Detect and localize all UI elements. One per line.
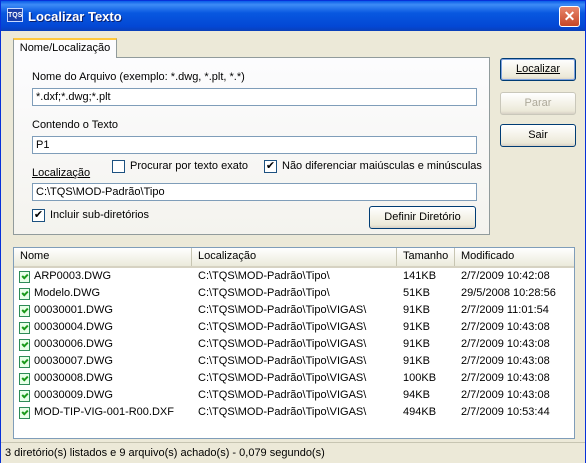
- table-row[interactable]: 00030009.DWG C:\TQS\MOD-Padrão\Tipo\VIGAS…: [14, 387, 574, 404]
- file-icon: [19, 271, 30, 283]
- exit-button-label: Sair: [528, 129, 548, 141]
- app-icon: TQS: [7, 8, 23, 22]
- cell-size: 94KB: [403, 389, 430, 401]
- stop-button-label: Parar: [524, 97, 552, 109]
- file-icon: [19, 390, 30, 402]
- window-title: Localizar Texto: [28, 9, 122, 24]
- cell-name: 00030007.DWG: [34, 355, 113, 367]
- table-row[interactable]: ARP0003.DWG C:\TQS\MOD-Padrão\Tipo\ 141KB 2…: [14, 268, 574, 285]
- dialog-window: TQS Localizar Texto ✕ Nome/Localização N…: [0, 0, 586, 463]
- cell-size: 91KB: [403, 321, 430, 333]
- cell-location: C:\TQS\MOD-Padrão\Tipo\VIGAS\: [198, 406, 367, 418]
- subdirs-checkbox[interactable]: ✔: [32, 209, 45, 222]
- file-icon: [19, 305, 30, 317]
- cell-modified: 2/7/2009 10:43:08: [461, 372, 550, 384]
- cell-modified: 2/7/2009 10:42:08: [461, 270, 550, 282]
- cell-location: C:\TQS\MOD-Padrão\Tipo\VIGAS\: [198, 321, 367, 333]
- cell-name: Modelo.DWG: [34, 287, 101, 299]
- file-icon: [19, 356, 30, 368]
- search-button-label: Localizar: [515, 63, 561, 75]
- cell-size: 91KB: [403, 304, 430, 316]
- cell-location: C:\TQS\MOD-Padrão\Tipo\VIGAS\: [198, 304, 367, 316]
- cell-modified: 2/7/2009 11:01:54: [461, 304, 549, 316]
- cell-size: 494KB: [403, 406, 437, 418]
- cell-size: 51KB: [403, 287, 430, 299]
- cell-size: 91KB: [403, 355, 430, 367]
- cell-name: ARP0003.DWG: [34, 270, 112, 282]
- file-icon: [19, 373, 30, 385]
- stop-button[interactable]: Parar: [500, 92, 576, 115]
- filename-label: Nome do Arquivo (exemplo: *.dwg, *.plt, …: [32, 71, 245, 83]
- cell-location: C:\TQS\MOD-Padrão\Tipo\: [198, 287, 330, 299]
- file-icon: [19, 407, 30, 419]
- table-row[interactable]: 00030001.DWG C:\TQS\MOD-Padrão\Tipo\VIGAS…: [14, 302, 574, 319]
- cell-modified: 2/7/2009 10:43:08: [461, 321, 550, 333]
- cell-name: 00030009.DWG: [34, 389, 113, 401]
- exact-text-label: Procurar por texto exato: [130, 160, 249, 172]
- cell-name: 00030001.DWG: [34, 304, 113, 316]
- cell-location: C:\TQS\MOD-Padrão\Tipo\VIGAS\: [198, 372, 367, 384]
- search-button[interactable]: Localizar: [500, 58, 576, 81]
- status-text: 3 diretório(s) listados e 9 arquivo(s) a…: [5, 447, 325, 459]
- file-icon: [19, 288, 30, 300]
- tab-panel: Nome do Arquivo (exemplo: *.dwg, *.plt, …: [13, 57, 490, 235]
- cell-modified: 2/7/2009 10:43:08: [461, 338, 550, 350]
- contains-text-input[interactable]: P1: [32, 136, 477, 154]
- cell-location: C:\TQS\MOD-Padrão\Tipo\VIGAS\: [198, 389, 367, 401]
- cell-name: 00030006.DWG: [34, 338, 113, 350]
- list-header: Nome Localização Tamanho Modificado: [14, 248, 574, 268]
- column-header-size[interactable]: Tamanho: [397, 248, 455, 266]
- column-header-modified[interactable]: Modificado: [455, 248, 574, 266]
- table-row[interactable]: 00030004.DWG C:\TQS\MOD-Padrão\Tipo\VIGAS…: [14, 319, 574, 336]
- filename-input[interactable]: *.dxf;*.dwg;*.plt: [32, 88, 477, 106]
- status-bar: 3 diretório(s) listados e 9 arquivo(s) a…: [1, 442, 585, 463]
- exact-text-checkbox[interactable]: [112, 160, 125, 173]
- title-bar[interactable]: TQS Localizar Texto ✕: [1, 1, 585, 31]
- tab-nome-localizacao[interactable]: Nome/Localização: [13, 38, 117, 58]
- location-label: Localização: [32, 167, 91, 179]
- cell-name: 00030004.DWG: [34, 321, 113, 333]
- cell-modified: 2/7/2009 10:53:44: [461, 406, 550, 418]
- table-row[interactable]: 00030007.DWG C:\TQS\MOD-Padrão\Tipo\VIGAS…: [14, 353, 574, 370]
- ignore-case-label: Não diferenciar maiúsculas e minúsculas: [282, 160, 482, 172]
- location-input[interactable]: C:\TQS\MOD-Padrão\Tipo: [32, 183, 477, 201]
- cell-size: 141KB: [403, 270, 437, 282]
- cell-name: 00030008.DWG: [34, 372, 113, 384]
- cell-size: 100KB: [403, 372, 437, 384]
- table-row[interactable]: Modelo.DWG C:\TQS\MOD-Padrão\Tipo\ 51KB 29/…: [14, 285, 574, 302]
- cell-name: MOD-TIP-VIG-001-R00.DXF: [34, 406, 174, 418]
- cell-location: C:\TQS\MOD-Padrão\Tipo\VIGAS\: [198, 338, 367, 350]
- subdirs-label: Incluir sub-diretórios: [50, 209, 150, 221]
- exit-button[interactable]: Sair: [500, 124, 576, 147]
- column-header-location[interactable]: Localização: [192, 248, 397, 266]
- close-icon: ✕: [563, 8, 576, 24]
- cell-modified: 2/7/2009 10:43:08: [461, 389, 550, 401]
- cell-modified: 29/5/2008 10:28:56: [461, 287, 556, 299]
- column-header-name[interactable]: Nome: [14, 248, 192, 266]
- ignore-case-checkbox[interactable]: ✔: [264, 160, 277, 173]
- file-icon: [19, 339, 30, 351]
- cell-location: C:\TQS\MOD-Padrão\Tipo\VIGAS\: [198, 355, 367, 367]
- close-button[interactable]: ✕: [559, 6, 580, 27]
- define-directory-button[interactable]: Definir Diretório: [369, 206, 476, 229]
- table-row[interactable]: 00030008.DWG C:\TQS\MOD-Padrão\Tipo\VIGAS…: [14, 370, 574, 387]
- cell-location: C:\TQS\MOD-Padrão\Tipo\: [198, 270, 330, 282]
- file-icon: [19, 322, 30, 334]
- table-row[interactable]: 00030006.DWG C:\TQS\MOD-Padrão\Tipo\VIGAS…: [14, 336, 574, 353]
- contains-text-label: Contendo o Texto: [32, 119, 119, 131]
- cell-modified: 2/7/2009 10:43:08: [461, 355, 550, 367]
- table-row[interactable]: MOD-TIP-VIG-001-R00.DXF C:\TQS\MOD-Padrão…: [14, 404, 574, 421]
- cell-size: 91KB: [403, 338, 430, 350]
- results-list[interactable]: Nome Localização Tamanho Modificado ARP0…: [13, 247, 575, 439]
